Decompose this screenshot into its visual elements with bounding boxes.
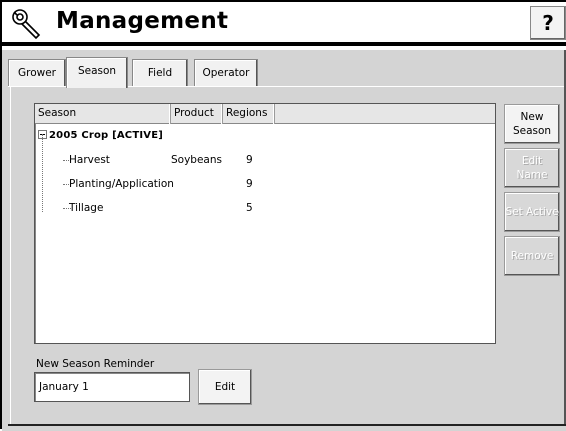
edit-name-button[interactable]: Edit Name [504,148,560,188]
season-table[interactable]: Season Product Regions 2005 Crop [ACTIVE… [34,103,496,344]
set-active-button[interactable]: Set Active [504,192,560,232]
column-header-product[interactable]: Product [171,104,223,124]
tab-field[interactable]: Field [132,59,188,87]
tab-operator[interactable]: Operator [194,59,258,87]
help-button[interactable]: ? [530,6,566,40]
reminder-label: New Season Reminder [36,358,155,370]
remove-button[interactable]: Remove [504,236,560,276]
cell-season: Harvest [69,154,110,166]
edit-reminder-button[interactable]: Edit [198,369,252,405]
cell-product: Soybeans [171,154,222,166]
tree-group-row[interactable]: 2005 Crop [ACTIVE] [35,126,495,146]
table-header: Season Product Regions [35,104,495,124]
panel-left-edge [10,86,11,424]
title-bar: Management ? [2,2,566,46]
panel-bottom-edge [8,424,566,426]
cell-regions: 9 [246,178,253,190]
table-row[interactable]: Tillage 5 [35,198,495,218]
cell-season: Tillage [69,202,104,214]
table-row[interactable]: Planting/Application 9 [35,174,495,194]
reminder-date-field[interactable]: January 1 [34,372,190,402]
wrench-icon [12,9,41,40]
cell-season: Planting/Application [69,178,174,190]
window-title: Management [56,8,229,34]
column-header-regions[interactable]: Regions [223,104,275,124]
management-window: Management ? Grower Season Field Operato… [0,0,566,431]
column-header-season[interactable]: Season [35,104,171,124]
tab-season[interactable]: Season [66,57,128,88]
new-season-button[interactable]: New Season [504,104,560,144]
tab-grower[interactable]: Grower [8,59,66,87]
group-label: 2005 Crop [ACTIVE] [49,130,164,141]
cell-regions: 9 [246,154,253,166]
table-row[interactable]: Harvest Soybeans 9 [35,150,495,170]
cell-regions: 5 [246,202,253,214]
